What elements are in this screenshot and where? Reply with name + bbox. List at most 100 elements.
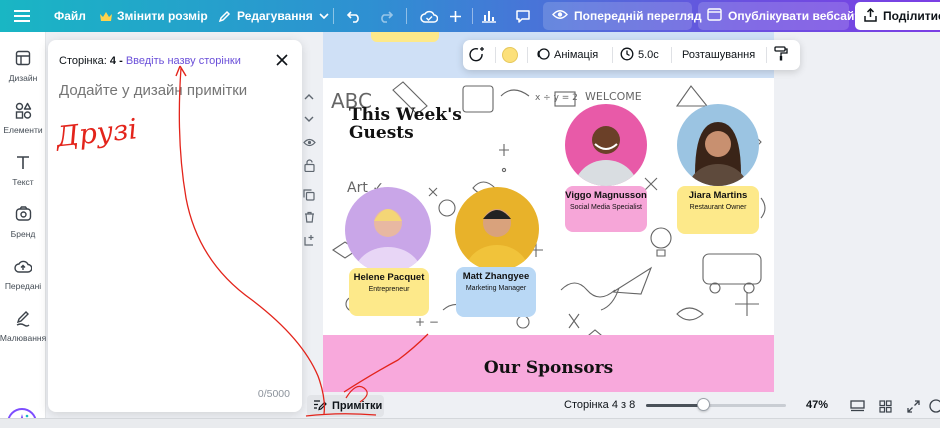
preview-button[interactable]: Попередній перегляд (543, 2, 702, 30)
add-icon[interactable] (449, 0, 462, 32)
hide-page-icon[interactable] (302, 135, 316, 149)
paint-roller-icon (774, 46, 788, 64)
divider (406, 8, 407, 24)
duration-button[interactable]: 5.0с (620, 40, 659, 70)
sidebar-item-label: Текст (12, 177, 34, 187)
guest-photo[interactable] (455, 187, 539, 271)
notes-input[interactable] (59, 82, 289, 99)
insights-chart-icon[interactable] (481, 0, 497, 32)
divider (671, 47, 672, 63)
delete-icon[interactable] (302, 210, 316, 224)
resize-menu[interactable]: Змінити розмір (100, 0, 208, 32)
animation-label: Анімація (554, 49, 599, 61)
svg-text:WELCOME: WELCOME (585, 90, 642, 103)
crown-icon (100, 11, 112, 22)
notes-button-label: Примітки (332, 400, 383, 412)
guest-photo[interactable] (345, 187, 431, 273)
sidebar-item-label: Елементи (3, 125, 43, 135)
cloud-saved-icon[interactable] (420, 0, 438, 32)
left-sidebar: Дизайн Елементи Текст Бренд Передані Мал… (0, 32, 46, 428)
draw-icon (13, 308, 33, 328)
add-page-icon[interactable] (302, 233, 316, 247)
collapse-down-icon[interactable] (302, 112, 316, 126)
sidebar-item-uploads[interactable]: Передані (0, 248, 46, 300)
character-counter: 0/5000 (257, 388, 290, 400)
page-label: Сторінка (59, 55, 104, 67)
sidebar-item-label: Бренд (10, 229, 36, 239)
page-view-icon[interactable] (849, 398, 865, 414)
guests-heading[interactable]: This Week's Guests (349, 106, 469, 142)
divider (766, 47, 767, 63)
element-toolbar: Анімація 5.0с Розташування (463, 40, 800, 70)
publish-label: Опублікувати вебсайт (728, 9, 861, 23)
notes-pencil-icon (313, 399, 327, 414)
fullscreen-icon[interactable] (905, 398, 921, 414)
share-icon (864, 7, 877, 25)
guest-card[interactable]: Jiara Martins Restaurant Owner (677, 186, 759, 234)
guest-card[interactable]: Viggo Magnusson Social Media Specialist (565, 186, 647, 232)
file-menu[interactable]: Файл (54, 0, 86, 32)
guest-card[interactable]: Helene Pacquet Entrepreneur (349, 268, 429, 316)
svg-text:+ −: + − (415, 315, 439, 329)
close-icon[interactable] (274, 52, 290, 68)
guest-name: Jiara Martins (688, 190, 748, 201)
sponsors-heading[interactable]: Our Sponsors (323, 358, 774, 378)
uploads-icon (13, 256, 33, 276)
guest-role: Entrepreneur (368, 286, 410, 293)
lock-icon[interactable] (302, 158, 316, 172)
comment-icon[interactable] (515, 0, 531, 32)
sidebar-item-brand[interactable]: Бренд (0, 196, 46, 248)
top-bar: Файл Змінити розмір Редагування Попередн… (0, 0, 940, 32)
position-button[interactable]: Розташування (682, 40, 755, 70)
divider (333, 8, 334, 24)
sidebar-item-text[interactable]: Текст (0, 144, 46, 196)
animate-button[interactable]: Анімація (536, 40, 598, 70)
design-icon (13, 48, 33, 68)
zoom-slider-fill (646, 404, 704, 407)
svg-text:x ÷ y = 2: x ÷ y = 2 (535, 93, 578, 103)
undo-icon[interactable] (346, 0, 362, 32)
duplicate-icon[interactable] (302, 188, 316, 202)
divider (612, 47, 613, 63)
menu-icon[interactable] (14, 0, 30, 32)
grid-view-icon[interactable] (877, 398, 893, 414)
page-counter[interactable]: Сторінка 4 з 8 (564, 399, 635, 411)
zoom-slider-handle[interactable] (697, 398, 711, 411)
guest-card[interactable]: Matt Zhangyee Marketing Manager (456, 267, 536, 317)
bottom-strip (0, 418, 940, 428)
eye-icon (552, 9, 568, 23)
collapse-up-icon[interactable] (302, 90, 316, 104)
share-label: Поділитися (883, 9, 940, 23)
copy-style-button[interactable] (774, 40, 788, 70)
color-swatch-fill (502, 47, 518, 63)
guest-name: Helene Pacquet (353, 272, 425, 283)
sidebar-item-design[interactable]: Дизайн (0, 40, 46, 92)
help-icon[interactable] (928, 398, 940, 414)
color-swatch[interactable] (502, 40, 518, 70)
redo-icon[interactable] (378, 0, 394, 32)
share-button[interactable]: Поділитися (855, 2, 940, 30)
animation-icon (536, 47, 550, 64)
sidebar-item-elements[interactable]: Елементи (0, 92, 46, 144)
clock-icon (620, 47, 634, 64)
notes-button[interactable]: Примітки (307, 395, 384, 417)
position-label: Розташування (682, 49, 756, 61)
guest-photo[interactable] (677, 104, 759, 186)
sidebar-item-draw[interactable]: Малювання (0, 300, 46, 352)
page-title-input[interactable]: Введіть назву сторінки (126, 55, 241, 67)
sidebar-item-label: Передані (4, 281, 42, 291)
resize-label: Змінити розмір (117, 9, 208, 23)
brand-icon (13, 204, 33, 224)
ai-edit-button[interactable] (469, 40, 485, 70)
chevron-down-icon (319, 13, 329, 19)
zoom-level[interactable]: 47% (806, 399, 828, 411)
publish-website-button[interactable]: Опублікувати вебсайт (698, 2, 860, 30)
editing-label: Редагування (237, 9, 313, 23)
editing-menu[interactable]: Редагування (218, 0, 329, 32)
guest-photo[interactable] (565, 104, 647, 186)
pencil-icon (218, 10, 231, 23)
sidebar-item-label: Малювання (0, 333, 47, 343)
zoom-slider[interactable] (646, 404, 786, 407)
separator-dash: - (116, 55, 126, 67)
design-canvas[interactable]: ABC x ÷ y = 2 WELCOME Art ✓ 9 5 3 (323, 32, 774, 392)
